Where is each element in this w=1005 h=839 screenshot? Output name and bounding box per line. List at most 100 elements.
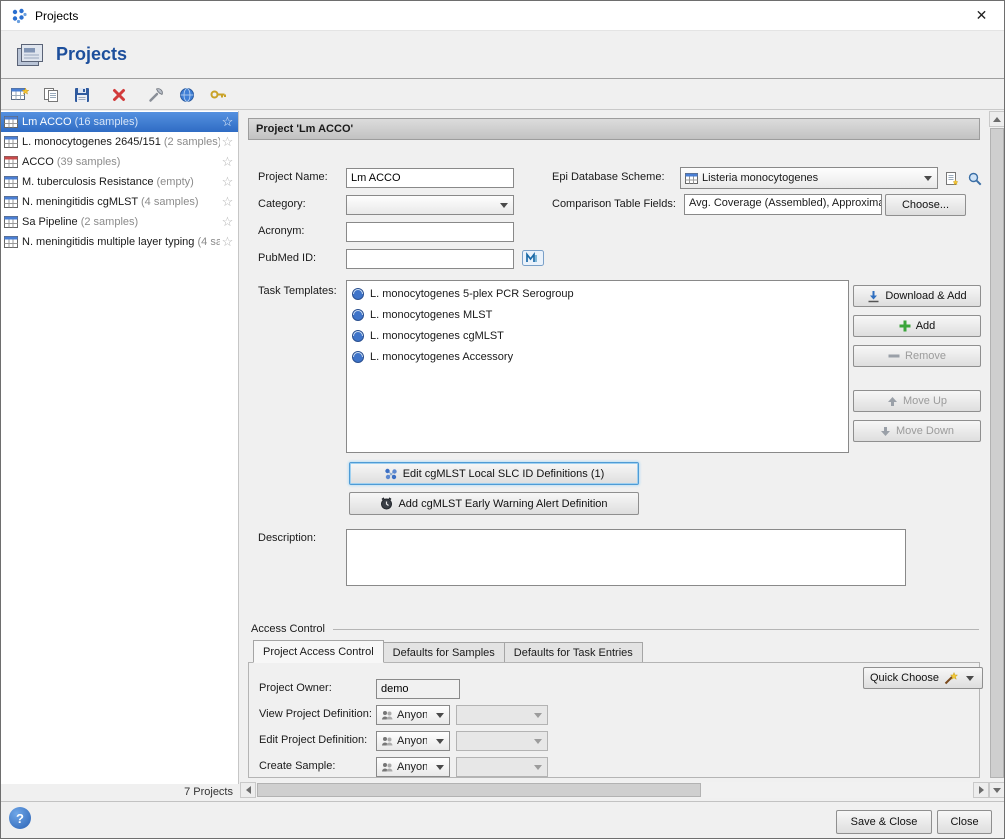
star-icon[interactable]: ☆ xyxy=(220,194,235,210)
tab-defaults-for-samples[interactable]: Defaults for Samples xyxy=(383,642,505,663)
epi-scheme-select[interactable]: Listeria monocytogenes xyxy=(680,167,938,189)
vertical-scroll-thumb[interactable] xyxy=(990,128,1004,778)
project-icon xyxy=(4,216,18,228)
category-select[interactable] xyxy=(346,195,514,215)
edit-slc-label: Edit cgMLST Local SLC ID Definitions (1) xyxy=(403,468,605,480)
project-count: (16 samples) xyxy=(75,116,139,128)
remove-button[interactable]: Remove xyxy=(853,345,981,367)
view-scheme-button[interactable] xyxy=(964,168,985,189)
star-icon[interactable]: ☆ xyxy=(220,114,235,130)
project-list-item[interactable]: Lm ACCO (16 samples) ☆ xyxy=(1,112,238,132)
add-early-warning-button[interactable]: Add cgMLST Early Warning Alert Definitio… xyxy=(349,492,639,515)
task-template-name: L. monocytogenes 5-plex PCR Serogroup xyxy=(370,288,574,300)
task-templates-label: Task Templates: xyxy=(258,285,337,297)
quick-choose-button[interactable]: Quick Choose xyxy=(863,667,983,689)
create-sample-secondary-select[interactable] xyxy=(456,757,548,777)
project-list-item[interactable]: N. meningitidis cgMLST (4 samples) ☆ xyxy=(1,192,238,212)
project-list-item[interactable]: ACCO (39 samples) ☆ xyxy=(1,152,238,172)
star-icon[interactable]: ☆ xyxy=(220,214,235,230)
move-down-button[interactable]: Move Down xyxy=(853,420,981,442)
scroll-up-button[interactable] xyxy=(989,111,1005,127)
close-button[interactable]: ✕ xyxy=(959,1,1004,30)
triangle-left-icon xyxy=(246,786,251,794)
minus-icon xyxy=(888,350,900,362)
project-name-input[interactable] xyxy=(346,168,514,188)
copy-button[interactable] xyxy=(39,83,63,107)
tools-button[interactable] xyxy=(144,83,168,107)
chevron-down-icon xyxy=(966,676,974,681)
save-button[interactable] xyxy=(70,83,94,107)
create-sample-label: Create Sample: xyxy=(259,760,335,772)
task-templates-list[interactable]: L. monocytogenes 5-plex PCR Serogroup L.… xyxy=(346,280,849,453)
download-add-button[interactable]: Download & Add xyxy=(853,285,981,307)
tab-defaults-for-task-entries[interactable]: Defaults for Task Entries xyxy=(504,642,643,663)
wand-icon xyxy=(944,672,959,685)
edit-project-secondary-select[interactable] xyxy=(456,731,548,751)
chevron-down-icon xyxy=(534,765,542,770)
project-count: (2 samples) xyxy=(81,216,138,228)
access-control-tabs: Project Access Control Defaults for Samp… xyxy=(253,640,642,663)
plus-icon xyxy=(899,320,911,332)
star-icon[interactable]: ☆ xyxy=(220,134,235,150)
description-label: Description: xyxy=(258,532,316,544)
move-up-button[interactable]: Move Up xyxy=(853,390,981,412)
add-label: Add xyxy=(916,320,936,332)
projects-window: Projects ✕ Projects xyxy=(0,0,1005,839)
save-close-button[interactable]: Save & Close xyxy=(836,810,932,834)
tab-project-access-control[interactable]: Project Access Control xyxy=(253,640,384,663)
arrow-down-icon xyxy=(880,426,891,437)
task-template-item[interactable]: L. monocytogenes MLST xyxy=(347,304,848,325)
description-input[interactable] xyxy=(346,529,906,586)
new-project-button[interactable] xyxy=(8,83,32,107)
pubmed-input[interactable] xyxy=(346,249,514,269)
project-name: ACCO xyxy=(22,156,54,168)
horizontal-scrollbar[interactable] xyxy=(240,782,989,798)
scroll-right-button[interactable] xyxy=(973,782,989,798)
publish-button[interactable] xyxy=(175,83,199,107)
choose-button[interactable]: Choose... xyxy=(885,194,966,216)
page-title: Projects xyxy=(56,44,127,65)
view-project-secondary-select[interactable] xyxy=(456,705,548,725)
save-close-label: Save & Close xyxy=(851,816,918,828)
vertical-scrollbar[interactable] xyxy=(989,111,1005,798)
create-sample-select[interactable]: Anyone xyxy=(376,757,450,777)
view-project-definition-select[interactable]: Anyone xyxy=(376,705,450,725)
star-icon[interactable]: ☆ xyxy=(220,174,235,190)
help-button[interactable]: ? xyxy=(9,807,31,829)
task-template-item[interactable]: L. monocytogenes cgMLST xyxy=(347,325,848,346)
project-count: (39 samples) xyxy=(57,156,121,168)
scroll-left-button[interactable] xyxy=(240,782,256,798)
project-list-item[interactable]: Sa Pipeline (2 samples) ☆ xyxy=(1,212,238,232)
download-icon xyxy=(867,290,880,303)
edit-project-definition-select[interactable]: Anyone xyxy=(376,731,450,751)
project-list-item[interactable]: N. meningitidis multiple layer typing (4… xyxy=(1,232,238,252)
project-list-item[interactable]: L. monocytogenes 2645/151 (2 samples) ☆ xyxy=(1,132,238,152)
edit-slc-definitions-button[interactable]: Edit cgMLST Local SLC ID Definitions (1) xyxy=(349,462,639,485)
star-icon[interactable]: ☆ xyxy=(220,234,235,250)
star-icon[interactable]: ☆ xyxy=(220,154,235,170)
triangle-down-icon xyxy=(993,788,1001,793)
task-template-item[interactable]: L. monocytogenes Accessory xyxy=(347,346,848,367)
project-name: Sa Pipeline xyxy=(22,216,78,228)
close-icon: ✕ xyxy=(976,7,988,24)
horizontal-scroll-thumb[interactable] xyxy=(257,783,701,797)
new-scheme-button[interactable] xyxy=(941,168,962,189)
help-icon: ? xyxy=(16,811,24,826)
scroll-down-button[interactable] xyxy=(989,782,1005,798)
close-dialog-button[interactable]: Close xyxy=(937,810,992,834)
delete-button[interactable] xyxy=(107,83,131,107)
project-name: L. monocytogenes 2645/151 xyxy=(22,136,161,148)
project-icon xyxy=(4,236,18,248)
permissions-button[interactable] xyxy=(206,83,230,107)
project-owner-input[interactable] xyxy=(376,679,460,699)
project-count: (2 samples) xyxy=(164,136,220,148)
project-list-item[interactable]: M. tuberculosis Resistance (empty) ☆ xyxy=(1,172,238,192)
chevron-down-icon xyxy=(534,713,542,718)
chevron-down-icon xyxy=(924,176,932,181)
add-button[interactable]: Add xyxy=(853,315,981,337)
people-icon xyxy=(381,762,393,772)
task-template-item[interactable]: L. monocytogenes 5-plex PCR Serogroup xyxy=(347,283,848,304)
close-dialog-label: Close xyxy=(950,816,978,828)
download-add-label: Download & Add xyxy=(885,290,966,302)
acronym-input[interactable] xyxy=(346,222,514,242)
